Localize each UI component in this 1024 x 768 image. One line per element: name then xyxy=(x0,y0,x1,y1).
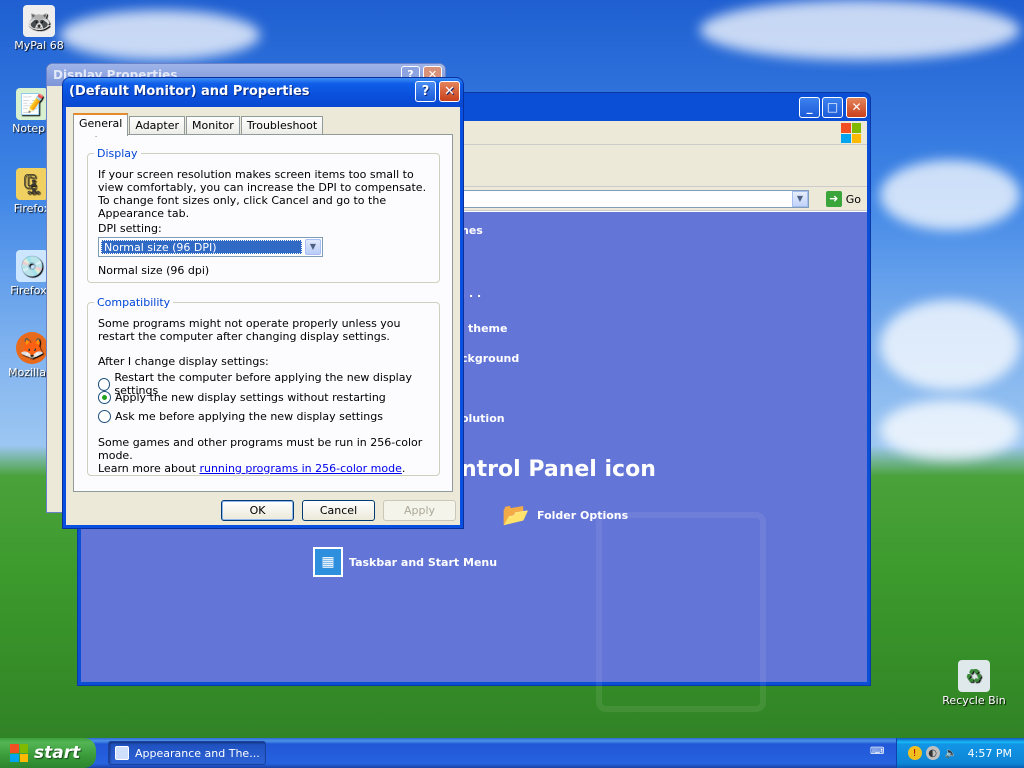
section-heading: ntrol Panel icon xyxy=(461,457,656,482)
help-button[interactable]: ? xyxy=(415,81,436,102)
windows-logo-icon xyxy=(841,123,861,143)
radio-ask-me[interactable]: Ask me before applying the new display s… xyxy=(98,410,383,423)
desktop-icon-recycle-bin[interactable]: ♻ Recycle Bin xyxy=(938,660,1010,707)
task-link-themes[interactable]: nes xyxy=(461,224,483,237)
cloud xyxy=(700,0,1020,60)
security-shield-icon[interactable]: ! xyxy=(907,746,922,760)
dpi-setting-select[interactable]: Normal size (96 DPI) ▼ xyxy=(98,237,323,257)
compatibility-group: Compatibility Some programs might not op… xyxy=(87,296,440,476)
cloud xyxy=(880,400,1020,460)
tab-strip: General Adapter Monitor Troubleshoot xyxy=(73,113,324,136)
ok-button[interactable]: OK xyxy=(221,500,294,521)
taskbar-start-menu-link[interactable]: ▦ Taskbar and Start Menu xyxy=(313,547,497,577)
desktop-icon-mypal[interactable]: 🦝 MyPal 68 xyxy=(3,5,75,52)
dpi-caption: Normal size (96 dpi) xyxy=(98,264,210,277)
cloud xyxy=(880,300,1020,390)
volume-icon[interactable]: 🔈 xyxy=(944,746,958,760)
taskbar: start Appearance and The... ⌨ ! ◐ 🔈 4:57… xyxy=(0,738,1024,768)
keyboard-icon[interactable]: ⌨ xyxy=(870,746,884,758)
after-change-label: After I change display settings: xyxy=(98,355,269,368)
clock[interactable]: 4:57 PM xyxy=(968,747,1012,760)
color-mode-help-link[interactable]: running programs in 256-color mode xyxy=(199,462,401,475)
close-button[interactable]: ✕ xyxy=(439,81,460,102)
windows-flag-icon xyxy=(10,744,28,762)
task-link-background[interactable]: ckground xyxy=(461,352,519,365)
chevron-down-icon[interactable]: ▼ xyxy=(305,239,321,255)
radio-button[interactable] xyxy=(98,410,111,423)
watermark-check-icon xyxy=(596,512,766,712)
compatibility-description: Some programs might not operate properly… xyxy=(98,317,401,343)
monitor-properties-dialog[interactable]: (Default Monitor) and Properties ? ✕ Gen… xyxy=(62,77,464,529)
task-link-ellipsis[interactable]: . . . xyxy=(461,287,481,300)
compatibility-group-legend: Compatibility xyxy=(94,296,174,309)
dpi-setting-label: DPI setting: xyxy=(98,222,162,235)
general-tab-panel: Display If your screen resolution makes … xyxy=(73,134,453,492)
firefox-icon: 🦊 xyxy=(16,332,48,364)
minimize-button[interactable]: _ xyxy=(799,97,820,118)
maximize-button[interactable]: □ xyxy=(822,97,843,118)
display-group: Display If your screen resolution makes … xyxy=(87,147,440,283)
cloud xyxy=(60,10,260,60)
apply-button[interactable]: Apply xyxy=(383,500,456,521)
radio-button[interactable] xyxy=(98,377,111,391)
display-group-legend: Display xyxy=(94,147,141,160)
notepad-icon: 📝 xyxy=(16,88,48,120)
tab-general[interactable]: General xyxy=(73,113,129,136)
firefox-setup-icon: 💿 xyxy=(16,250,48,282)
zip-icon: 🗜 xyxy=(16,168,48,200)
display-description: If your screen resolution makes screen i… xyxy=(98,168,427,220)
window-icon xyxy=(115,746,129,760)
folder-options-icon: 📂 xyxy=(502,502,530,528)
dialog-titlebar[interactable]: (Default Monitor) and Properties ? ✕ xyxy=(63,78,463,107)
cloud xyxy=(880,160,1020,230)
go-button[interactable]: ➜ Go xyxy=(825,191,861,207)
task-link-theme[interactable]: theme xyxy=(468,322,507,335)
system-tray: ! ◐ 🔈 4:57 PM xyxy=(896,738,1024,768)
close-button[interactable]: ✕ xyxy=(846,97,867,118)
tab-adapter[interactable]: Adapter xyxy=(129,116,185,135)
taskbar-button-appearance[interactable]: Appearance and The... xyxy=(108,741,266,765)
address-dropdown-icon[interactable]: ▼ xyxy=(792,191,808,207)
radio-button-selected[interactable] xyxy=(98,391,111,404)
cancel-button[interactable]: Cancel xyxy=(302,500,375,521)
tab-troubleshoot[interactable]: Troubleshoot xyxy=(240,116,324,135)
network-icon[interactable]: ◐ xyxy=(925,746,940,760)
raccoon-icon: 🦝 xyxy=(23,5,55,37)
radio-apply-without-restart[interactable]: Apply the new display settings without r… xyxy=(98,391,386,404)
taskbar-icon: ▦ xyxy=(313,547,343,577)
task-link-resolution[interactable]: olution xyxy=(461,412,505,425)
start-button[interactable]: start xyxy=(0,738,96,768)
go-arrow-icon: ➜ xyxy=(825,191,842,207)
dpi-setting-value: Normal size (96 DPI) xyxy=(101,240,302,254)
recycle-bin-icon: ♻ xyxy=(958,660,990,692)
tab-monitor[interactable]: Monitor xyxy=(186,116,240,135)
folder-options-link[interactable]: 📂 Folder Options xyxy=(501,500,628,530)
dialog-body: General Adapter Monitor Troubleshoot Dis… xyxy=(66,107,460,525)
color-mode-note: Some games and other programs must be ru… xyxy=(98,436,423,475)
